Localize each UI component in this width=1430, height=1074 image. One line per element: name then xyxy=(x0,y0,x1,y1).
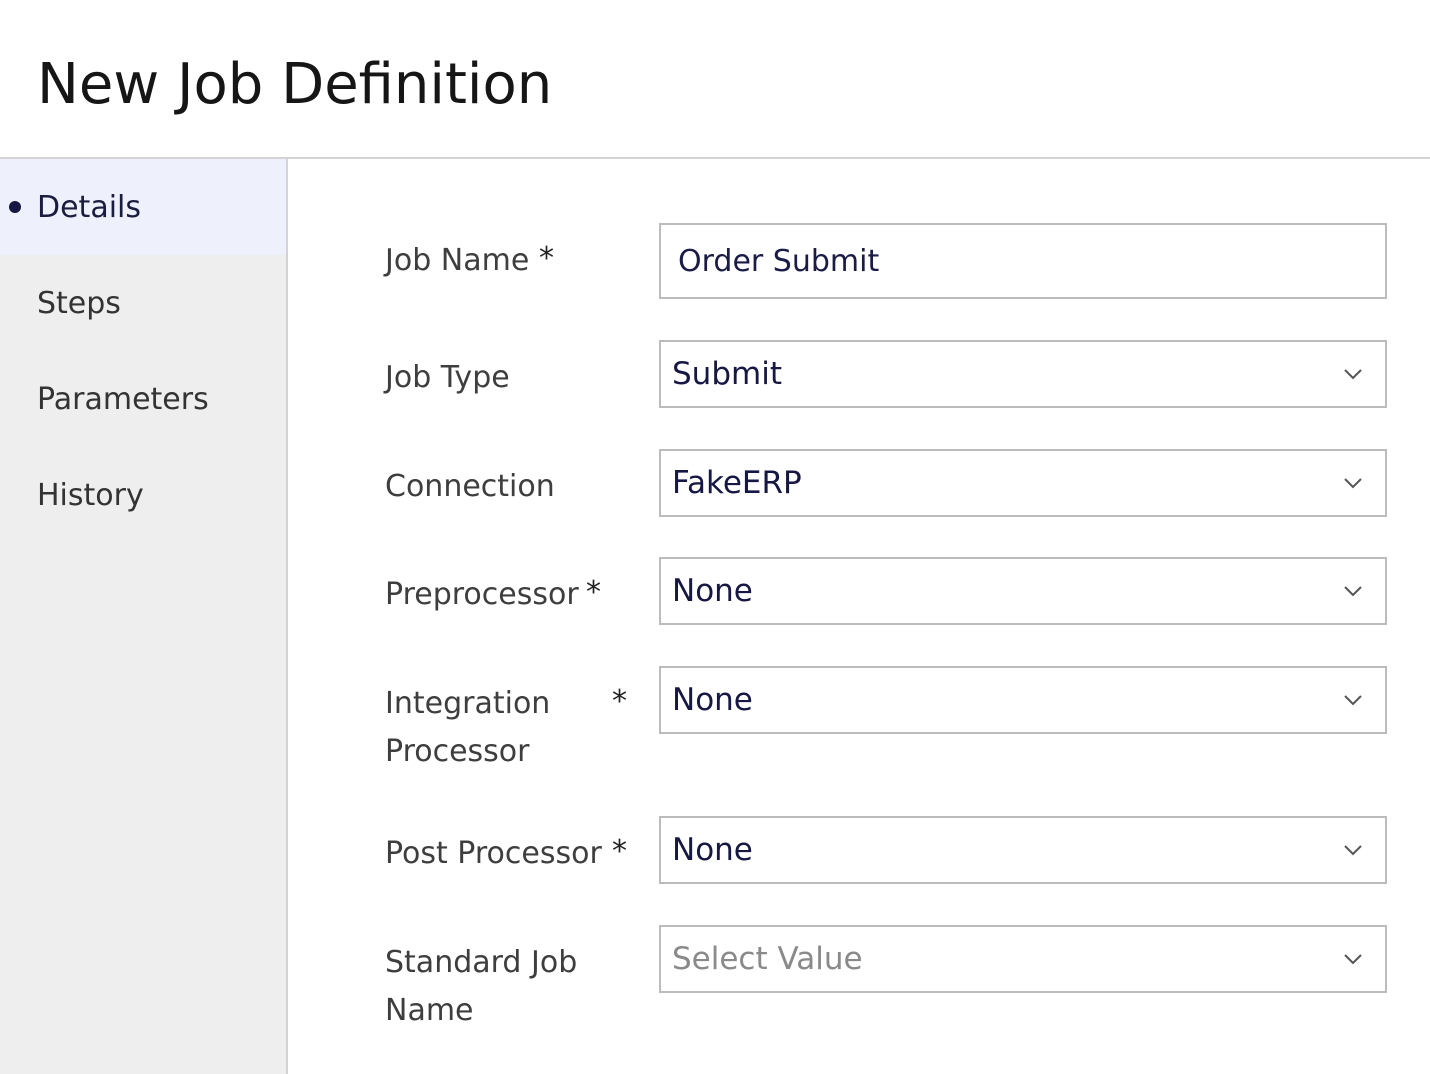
chevron-down-icon xyxy=(1344,586,1362,597)
page-title: New Job Definition xyxy=(37,52,553,117)
standard-job-name-label: Standard Job Name xyxy=(385,939,635,1035)
integration-processor-select[interactable]: None xyxy=(659,666,1387,734)
required-asterisk: * xyxy=(586,575,601,610)
sidebar-item-steps[interactable]: Steps xyxy=(0,255,286,351)
standard-job-name-label-line2: Name xyxy=(385,993,474,1028)
standard-job-name-placeholder: Select Value xyxy=(672,941,863,977)
preprocessor-value: None xyxy=(672,573,753,609)
job-type-label-text: Job Type xyxy=(385,360,510,395)
preprocessor-select[interactable]: None xyxy=(659,557,1387,625)
preprocessor-label-text: Preprocessor xyxy=(385,577,579,612)
required-asterisk: * xyxy=(612,684,627,719)
required-asterisk: * xyxy=(612,834,627,869)
post-processor-value: None xyxy=(672,832,753,868)
job-name-label: Job Name xyxy=(385,237,635,285)
integration-processor-label-line1: Integration xyxy=(385,686,551,721)
sidebar-item-parameters[interactable]: Parameters xyxy=(0,351,286,447)
chevron-down-icon xyxy=(1344,845,1362,856)
integration-processor-label-line2: Processor xyxy=(385,734,530,769)
standard-job-name-label-line1: Standard Job xyxy=(385,945,578,980)
bullet-dot-icon xyxy=(9,201,21,213)
chevron-down-icon xyxy=(1344,954,1362,965)
required-asterisk: * xyxy=(539,241,554,276)
chevron-down-icon xyxy=(1344,478,1362,489)
post-processor-label: Post Processor xyxy=(385,830,635,878)
sidebar-item-history[interactable]: History xyxy=(0,447,286,543)
sidebar-item-label: History xyxy=(37,477,144,513)
connection-label: Connection xyxy=(385,463,635,511)
connection-label-text: Connection xyxy=(385,469,555,504)
integration-processor-value: None xyxy=(672,682,753,718)
job-definition-form: Job Name * Job Type Submit Connection Fa… xyxy=(288,159,1430,1074)
sidebar-item-details[interactable]: Details xyxy=(0,159,286,255)
sidebar-item-label: Steps xyxy=(37,285,121,321)
sidebar-item-label: Details xyxy=(37,189,142,225)
connection-value: FakeERP xyxy=(672,465,802,501)
chevron-down-icon xyxy=(1344,695,1362,706)
connection-select[interactable]: FakeERP xyxy=(659,449,1387,517)
job-name-label-text: Job Name xyxy=(385,243,530,278)
standard-job-name-select[interactable]: Select Value xyxy=(659,925,1387,993)
integration-processor-label: Integration Processor xyxy=(385,680,635,776)
job-name-field[interactable] xyxy=(659,223,1387,299)
chevron-down-icon xyxy=(1344,369,1362,380)
job-type-label: Job Type xyxy=(385,354,635,402)
job-type-value: Submit xyxy=(672,356,782,392)
sidebar-nav: Details Steps Parameters History xyxy=(0,159,288,1074)
job-type-select[interactable]: Submit xyxy=(659,340,1387,408)
page-header: New Job Definition xyxy=(0,0,1430,159)
post-processor-label-text: Post Processor xyxy=(385,836,602,871)
job-name-input[interactable] xyxy=(661,242,1360,280)
post-processor-select[interactable]: None xyxy=(659,816,1387,884)
sidebar-item-label: Parameters xyxy=(37,381,209,417)
